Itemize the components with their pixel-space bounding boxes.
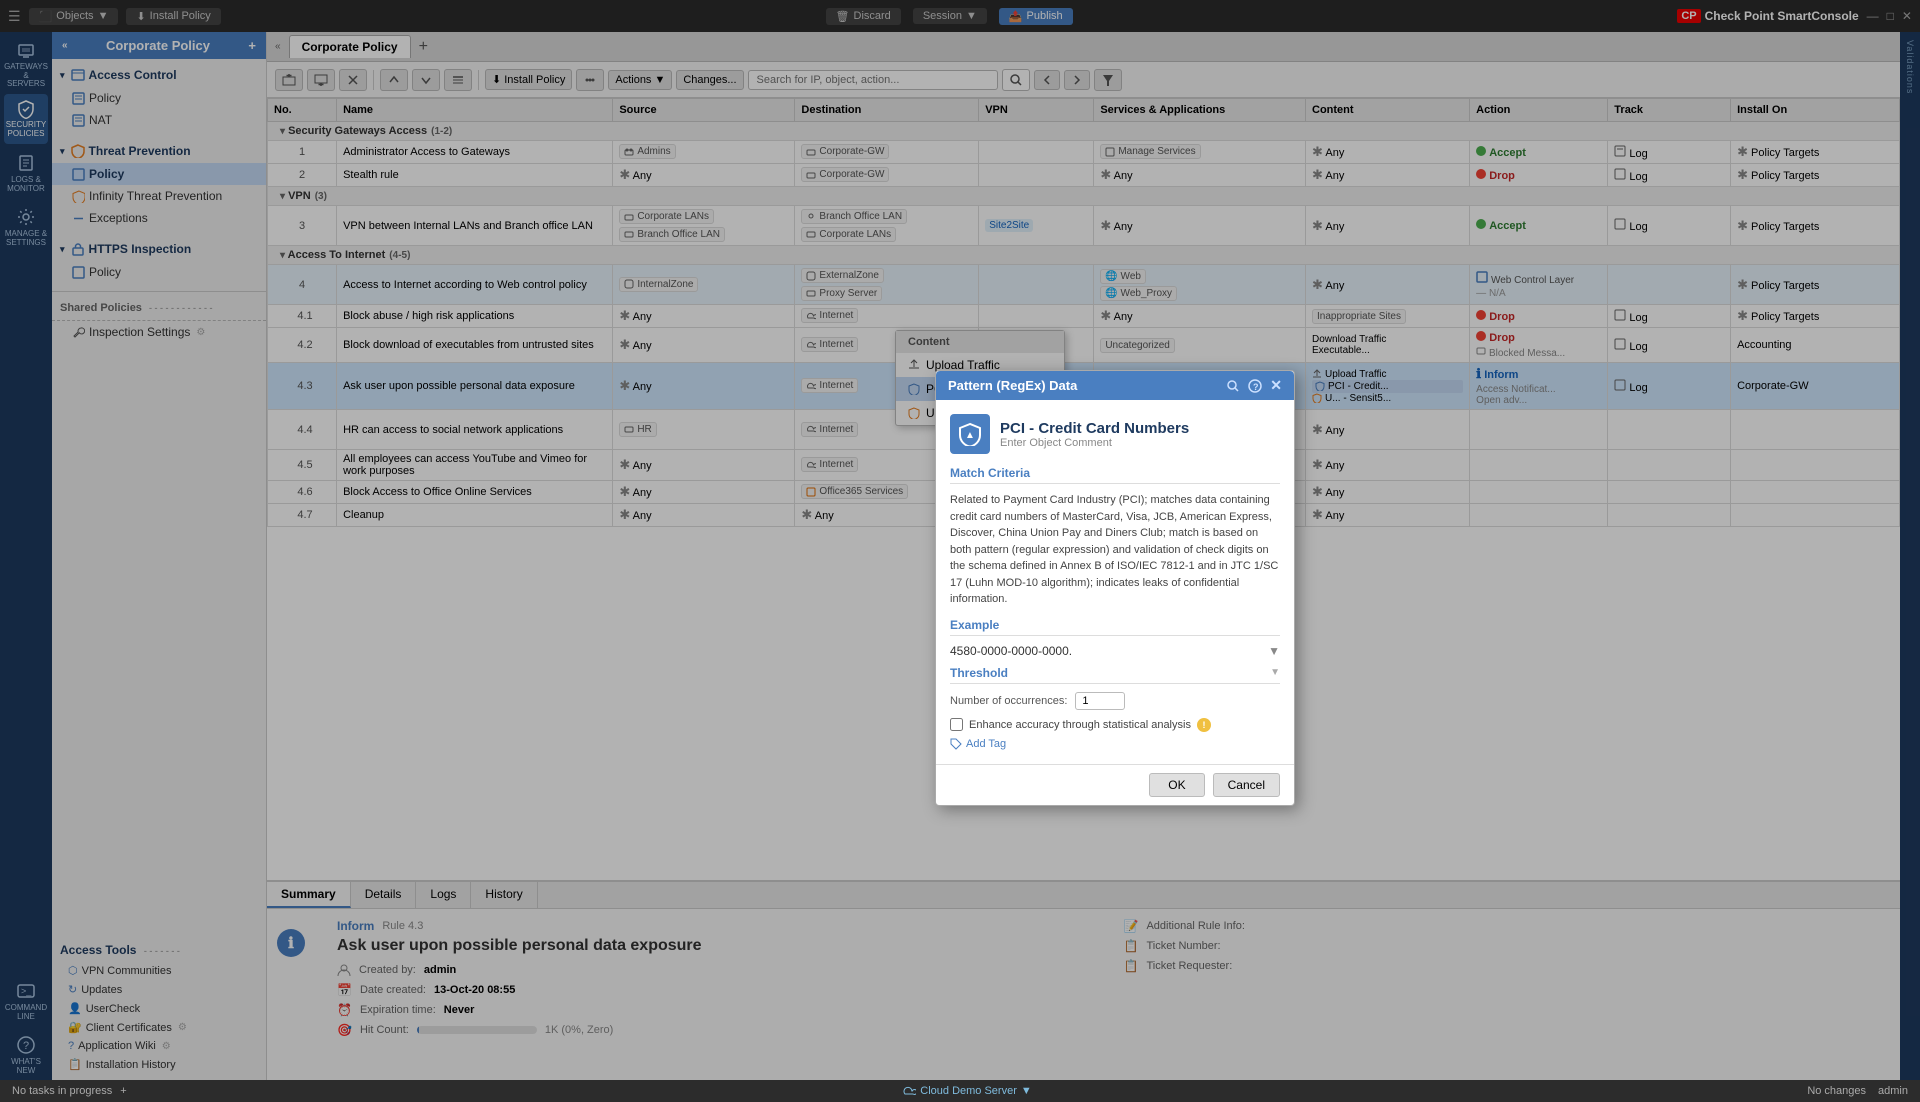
modal-dialog: Pattern (RegEx) Data ? ✕ ▲ PCI - Credit …	[935, 370, 1295, 806]
svg-text:?: ?	[1253, 382, 1259, 392]
modal-match-criteria-title: Match Criteria	[950, 466, 1280, 484]
add-tag-button[interactable]: Add Tag	[950, 738, 1280, 750]
status-cloud: Cloud Demo Server ▼	[902, 1084, 1031, 1098]
modal-title: Pattern (RegEx) Data	[948, 378, 1077, 393]
modal-big-icon: ▲	[950, 414, 990, 454]
modal-object-comment: Enter Object Comment	[1000, 437, 1189, 449]
modal-icon-title: ▲ PCI - Credit Card Numbers Enter Object…	[950, 414, 1280, 454]
modal-close-button[interactable]: ✕	[1270, 377, 1282, 394]
enhance-checkbox[interactable]	[950, 718, 963, 731]
tasks-add-icon[interactable]: +	[120, 1085, 126, 1097]
modal-example-value: 4580-0000-0000-0000. ▼	[950, 644, 1280, 658]
modal-object-name: PCI - Credit Card Numbers	[1000, 420, 1189, 437]
cancel-label: Cancel	[1228, 778, 1265, 792]
cloud-label: Cloud Demo Server	[920, 1085, 1017, 1097]
tasks-label: No tasks in progress	[12, 1085, 112, 1097]
enhance-info-icon: !	[1197, 718, 1211, 732]
cloud-chevron[interactable]: ▼	[1021, 1085, 1032, 1097]
modal-example-title: Example	[950, 618, 1280, 636]
cloud-icon	[902, 1084, 916, 1098]
modal-footer: OK Cancel	[936, 764, 1294, 805]
add-tag-label: Add Tag	[966, 738, 1006, 750]
threshold-input[interactable]	[1075, 692, 1125, 710]
status-left: No tasks in progress +	[12, 1085, 127, 1097]
status-bar: No tasks in progress + Cloud Demo Server…	[0, 1080, 1920, 1102]
ok-label: OK	[1168, 778, 1185, 792]
modal-title-group: PCI - Credit Card Numbers Enter Object C…	[1000, 420, 1189, 449]
modal-threshold-row: Number of occurrences:	[950, 692, 1280, 710]
modal-header-icons: ? ✕	[1226, 377, 1282, 394]
svg-text:▲: ▲	[965, 430, 975, 441]
modal-enhance-row: Enhance accuracy through statistical ana…	[950, 718, 1280, 732]
enhance-label: Enhance accuracy through statistical ana…	[969, 719, 1191, 731]
pci-big-icon: ▲	[958, 422, 982, 446]
tag-icon	[950, 738, 962, 750]
modal-search-icon[interactable]	[1226, 379, 1240, 393]
modal-header: Pattern (RegEx) Data ? ✕	[936, 371, 1294, 400]
modal-match-text: Related to Payment Card Industry (PCI); …	[950, 492, 1280, 608]
threshold-label: Number of occurrences:	[950, 695, 1067, 707]
modal-ok-button[interactable]: OK	[1149, 773, 1204, 797]
modal-body: ▲ PCI - Credit Card Numbers Enter Object…	[936, 400, 1294, 764]
modal-threshold-title: Threshold ▼	[950, 666, 1280, 684]
changes-status: No changes	[1807, 1085, 1866, 1097]
modal-help-icon[interactable]: ?	[1248, 379, 1262, 393]
user-status: admin	[1878, 1085, 1908, 1097]
status-right: No changes admin	[1807, 1085, 1908, 1097]
threshold-collapse-icon[interactable]: ▼	[1270, 667, 1280, 678]
example-dropdown-icon[interactable]: ▼	[1268, 644, 1280, 658]
modal-cancel-button[interactable]: Cancel	[1213, 773, 1280, 797]
